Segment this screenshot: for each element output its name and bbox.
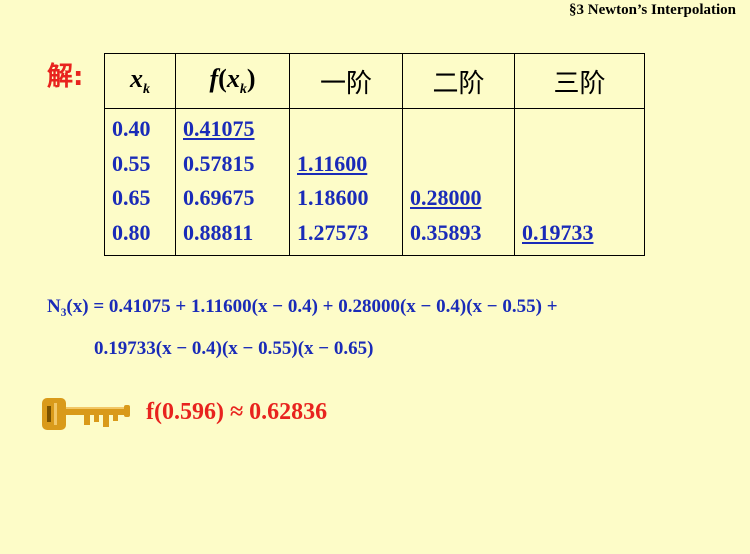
table-header-row: xk f(xk) 一阶 二阶 三阶 (104, 53, 645, 109)
header-order3: 三阶 (514, 53, 645, 109)
x-column: 0.40 0.55 0.65 0.80 (104, 108, 176, 256)
order3-value-coefficient: 0.19733 (522, 219, 594, 245)
newton-polynomial-line1: N₃(x) = 0.41075 + 1.11600(x − 0.4) + 0.2… (47, 296, 558, 317)
header-fxk: f(xk) (175, 53, 290, 109)
order1-empty (297, 112, 402, 147)
order2-value-coefficient: 0.28000 (410, 185, 482, 210)
x-value: 0.40 (112, 116, 151, 141)
order3-column: 0.19733 (514, 108, 645, 256)
header-order2: 二阶 (402, 53, 515, 109)
key-icon (40, 392, 132, 441)
order2-empty (410, 112, 514, 147)
newton-polynomial-line2: 0.19733(x − 0.4)(x − 0.55)(x − 0.65) (94, 338, 374, 359)
x-value: 0.55 (112, 150, 151, 176)
interpolation-result: f(0.596) ≈ 0.62836 (146, 399, 328, 425)
divided-difference-table: xk f(xk) 一阶 二阶 三阶 0.40 0.55 0.65 0.80 0.… (104, 53, 645, 256)
order2-value: 0.35893 (410, 219, 482, 245)
fx-value-coefficient: 0.41075 (183, 116, 255, 141)
fx-value: 0.69675 (183, 185, 255, 210)
section-header: §3 Newton’s Interpolation (569, 2, 736, 18)
solution-label: 解: (47, 62, 84, 92)
header-xk: xk (104, 53, 176, 109)
table-body-row: 0.40 0.55 0.65 0.80 0.41075 0.57815 0.69… (104, 108, 645, 256)
header-order1: 一阶 (289, 53, 403, 109)
fx-value: 0.57815 (183, 150, 255, 176)
order1-value-coefficient: 1.11600 (297, 150, 368, 176)
order2-empty (410, 147, 514, 182)
x-value: 0.80 (112, 219, 151, 245)
order1-column: 1.11600 1.18600 1.27573 (289, 108, 403, 256)
order3-empty (522, 181, 644, 216)
x-value: 0.65 (112, 185, 151, 210)
fx-column: 0.41075 0.57815 0.69675 0.88811 (175, 108, 290, 256)
order3-empty (522, 112, 644, 147)
order1-value: 1.18600 (297, 185, 369, 210)
fx-value: 0.88811 (183, 219, 254, 245)
order3-empty (522, 147, 644, 182)
order2-column: 0.28000 0.35893 (402, 108, 515, 256)
order1-value: 1.27573 (297, 219, 369, 245)
